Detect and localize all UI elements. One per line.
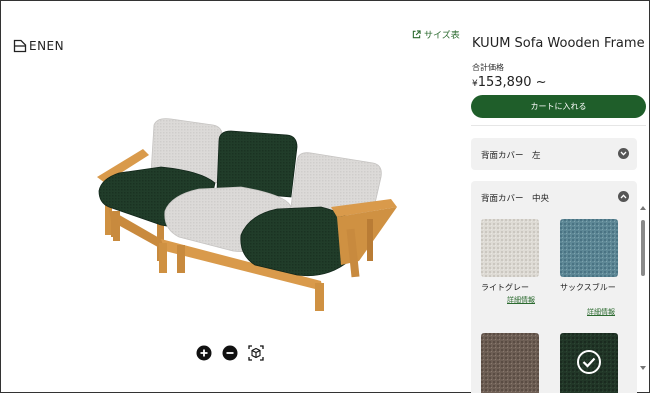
swatch-name: サックスブルー [560,283,616,292]
swatch-brown[interactable] [481,333,539,393]
brand-logo[interactable]: ENEN [13,39,64,53]
price-label: 合計価格 [472,63,504,72]
chevron-down-icon[interactable] [618,148,629,159]
divider [471,125,646,126]
logo-mark-icon [13,39,27,53]
scroll-up-arrow-icon[interactable] [640,206,646,210]
product-title: KUUM Sofa Wooden Frame [472,36,645,51]
price-display: ¥153,890 ~ [472,75,547,90]
swatch-dark-green-selected[interactable] [560,333,618,393]
swatch-detail-link[interactable]: 詳細情報 [507,295,535,305]
swatch-detail-link[interactable]: 詳細情報 [587,307,615,317]
accordion-back-cover-left[interactable]: 背面カバー 左 [471,138,637,170]
swatch-sax-blue[interactable] [560,219,618,277]
add-to-cart-button[interactable]: カートに入れる [471,95,646,118]
scroll-down-arrow-icon[interactable] [640,366,646,370]
app-frame: ENEN サイズ表 KUUM Sofa Wooden Frame 合計価格 ¥1… [0,0,650,393]
price-value: 153,890 ~ [477,75,547,90]
viewer-controls [196,345,264,361]
reset-view-icon[interactable] [248,345,264,361]
external-link-icon [412,30,421,39]
accordion-label: 背面カバー 左 [481,151,541,161]
accordion-label: 背面カバー 中央 [481,194,550,204]
accordion-back-cover-center[interactable]: 背面カバー 中央 ライトグレー 詳細情報 サックスブルー 詳細情報 [471,181,637,393]
chevron-up-icon[interactable] [618,191,629,202]
logo-text: ENEN [29,39,65,53]
scroll-thumb[interactable] [641,220,645,276]
zoom-out-icon[interactable] [222,345,238,361]
swatch-light-gray[interactable] [481,219,539,277]
size-chart-label: サイズ表 [424,31,460,41]
zoom-in-icon[interactable] [196,345,212,361]
size-chart-link[interactable]: サイズ表 [412,28,460,41]
sofa-3d-viewer[interactable] [91,111,401,321]
swatch-name: ライトグレー [481,283,529,292]
options-scrollbar[interactable] [639,206,647,376]
sofa-illustration [97,118,397,311]
product-panel: KUUM Sofa Wooden Frame 合計価格 ¥153,890 ~ カ… [463,1,649,393]
